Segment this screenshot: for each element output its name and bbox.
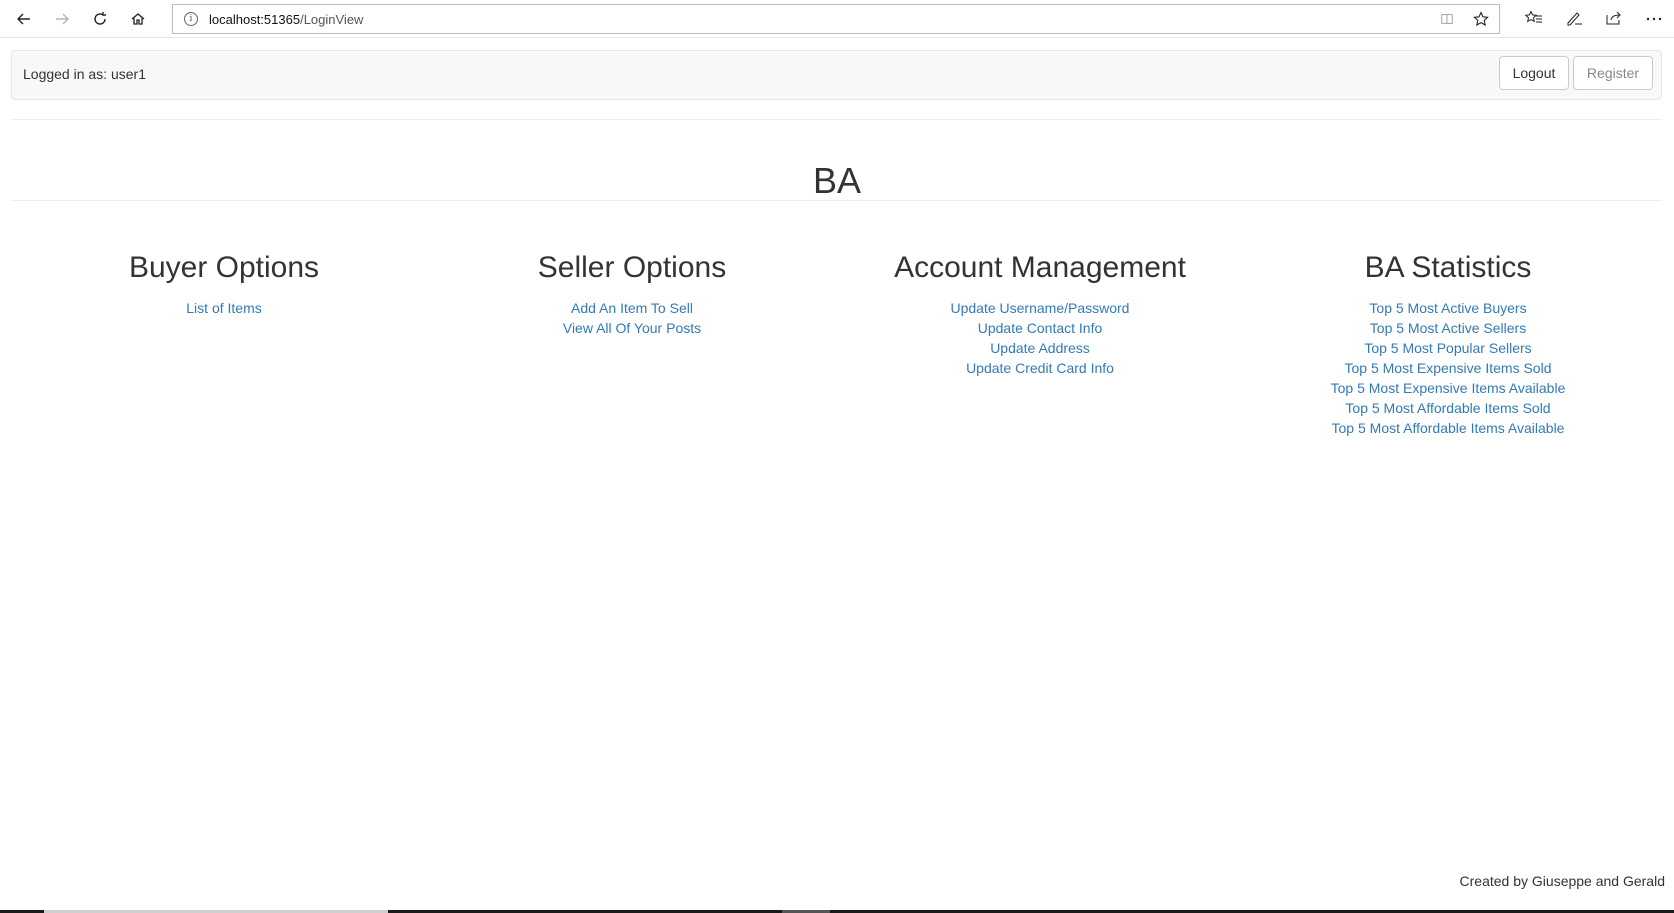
info-icon[interactable]: i (184, 12, 198, 26)
link-update-credit-card-info[interactable]: Update Credit Card Info (836, 358, 1244, 378)
section-title: Seller Options (537, 251, 727, 284)
divider-top (11, 119, 1662, 120)
link-top5-active-buyers[interactable]: Top 5 Most Active Buyers (1244, 298, 1652, 318)
register-button[interactable]: Register (1573, 56, 1653, 90)
share-icon[interactable] (1604, 5, 1624, 31)
section-title: BA Statistics (1364, 251, 1532, 284)
account-management-section: Account Management Update Username/Passw… (836, 248, 1244, 378)
url-host: localhost:51365 (209, 11, 301, 27)
forward-icon[interactable] (48, 5, 76, 33)
link-list-of-items[interactable]: List of Items (20, 298, 428, 318)
logged-in-label: Logged in as: user1 (23, 66, 146, 82)
link-view-all-posts[interactable]: View All Of Your Posts (428, 318, 836, 338)
seller-options-section: Seller Options Add An Item To Sell View … (428, 248, 836, 338)
login-status-panel: Logged in as: user1 Logout Register (11, 50, 1662, 100)
back-icon[interactable] (10, 5, 38, 33)
divider-bottom (11, 200, 1662, 201)
reading-view-icon[interactable] (1437, 9, 1457, 29)
url-path: /LoginView (300, 11, 364, 27)
ba-statistics-section: BA Statistics Top 5 Most Active Buyers T… (1244, 248, 1652, 438)
link-add-item-to-sell[interactable]: Add An Item To Sell (428, 298, 836, 318)
footer-credits: Created by Giuseppe and Gerald (1459, 873, 1665, 889)
link-top5-affordable-items-available[interactable]: Top 5 Most Affordable Items Available (1244, 418, 1652, 438)
section-title: Account Management (894, 251, 1186, 284)
favorites-list-icon[interactable] (1524, 5, 1544, 31)
link-top5-active-sellers[interactable]: Top 5 Most Active Sellers (1244, 318, 1652, 338)
link-top5-expensive-items-sold[interactable]: Top 5 Most Expensive Items Sold (1244, 358, 1652, 378)
link-update-address[interactable]: Update Address (836, 338, 1244, 358)
link-top5-popular-sellers[interactable]: Top 5 Most Popular Sellers (1244, 338, 1652, 358)
home-icon[interactable] (124, 5, 152, 33)
refresh-icon[interactable] (86, 5, 114, 33)
logout-button[interactable]: Logout (1499, 56, 1569, 90)
section-title: Buyer Options (128, 251, 320, 284)
favorite-star-icon[interactable] (1471, 9, 1491, 29)
link-update-contact-info[interactable]: Update Contact Info (836, 318, 1244, 338)
address-bar[interactable]: i localhost:51365/LoginView (172, 4, 1500, 34)
browser-toolbar: i localhost:51365/LoginView (0, 0, 1674, 38)
site-title: BA (812, 160, 862, 202)
link-top5-expensive-items-available[interactable]: Top 5 Most Expensive Items Available (1244, 378, 1652, 398)
more-icon[interactable] (1644, 5, 1664, 31)
pen-icon[interactable] (1564, 5, 1584, 31)
buyer-options-section: Buyer Options List of Items (20, 248, 428, 318)
link-update-username-password[interactable]: Update Username/Password (836, 298, 1244, 318)
link-top5-affordable-items-sold[interactable]: Top 5 Most Affordable Items Sold (1244, 398, 1652, 418)
